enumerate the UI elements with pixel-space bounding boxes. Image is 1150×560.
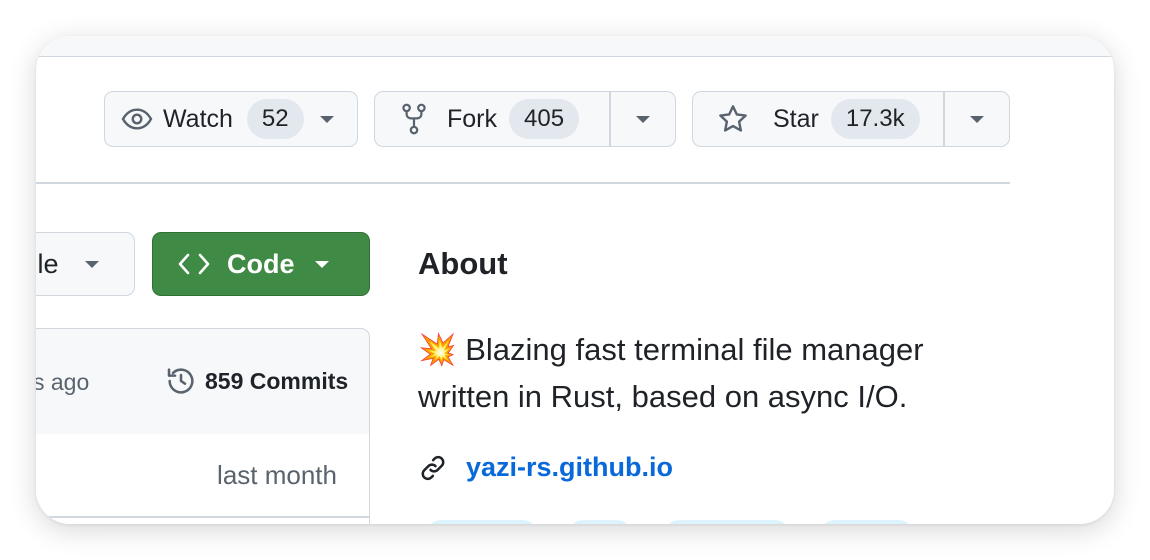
homepage-link[interactable]: yazi-rs.github.io — [466, 452, 673, 483]
star-icon — [717, 103, 749, 135]
repo-page-card: Watch 52 Fork 405 Star 17.3k le Code s a… — [36, 36, 1114, 524]
file-list: last month — [36, 434, 370, 524]
star-button[interactable]: Star 17.3k — [693, 92, 943, 146]
commits-count-label: 859 Commits — [205, 367, 349, 394]
eye-icon — [121, 103, 153, 135]
watch-label: Watch — [163, 104, 233, 133]
fork-button[interactable]: Fork 405 — [375, 92, 609, 146]
topic-tag[interactable] — [568, 520, 632, 524]
header-divider — [36, 182, 1010, 184]
code-button[interactable]: Code — [152, 232, 370, 296]
watch-count: 52 — [246, 99, 304, 139]
fork-button-group: Fork 405 — [374, 91, 676, 147]
topic-tag[interactable] — [820, 520, 914, 524]
about-heading: About — [418, 246, 508, 281]
topic-tag[interactable] — [664, 520, 790, 524]
about-description: 💥 Blazing fast terminal file manager wri… — [418, 326, 978, 420]
chevron-down-icon — [969, 115, 984, 123]
history-icon — [165, 365, 197, 397]
page-top-bar — [36, 36, 1114, 57]
chevron-down-icon — [314, 260, 329, 268]
file-row-time: last month — [217, 460, 337, 490]
row-divider — [36, 516, 369, 518]
star-label: Star — [773, 104, 819, 133]
file-button-label: File — [36, 248, 59, 279]
link-icon — [418, 453, 448, 483]
code-button-label: Code — [227, 248, 295, 279]
commit-time: s ago — [36, 369, 90, 395]
homepage-link-row: yazi-rs.github.io — [418, 452, 673, 483]
topic-tag[interactable] — [426, 520, 538, 524]
add-file-button[interactable]: File — [36, 232, 135, 296]
fork-count: 405 — [509, 99, 580, 139]
latest-commit-bar: s ago 859 Commits — [36, 328, 370, 436]
star-button-group: Star 17.3k — [692, 91, 1010, 147]
collision-emoji-icon: 💥 — [418, 332, 457, 367]
star-dropdown-button[interactable] — [945, 92, 1010, 146]
watch-button[interactable]: Watch 52 — [104, 91, 358, 147]
about-description-text: Blazing fast terminal file manager writt… — [418, 332, 924, 414]
chevron-down-icon — [319, 115, 334, 123]
chevron-down-icon — [84, 260, 99, 268]
commits-link[interactable]: 859 Commits — [165, 365, 348, 397]
list-item[interactable]: last month — [36, 434, 369, 516]
code-icon — [177, 250, 211, 278]
fork-dropdown-button[interactable] — [611, 92, 676, 146]
fork-icon — [401, 103, 427, 135]
chevron-down-icon — [635, 115, 650, 123]
star-count: 17.3k — [830, 99, 920, 139]
fork-label: Fork — [447, 104, 497, 133]
